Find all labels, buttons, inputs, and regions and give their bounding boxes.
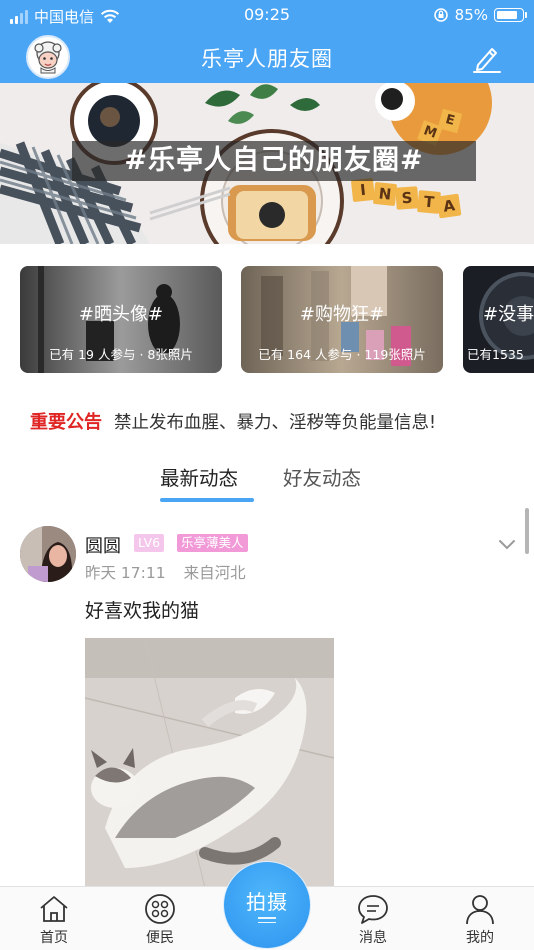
tab-profile-label: 我的: [466, 930, 494, 946]
post-meta: 昨天 17:11 来自河北: [85, 561, 246, 583]
post-text: 好喜欢我的猫: [85, 600, 200, 622]
avatar[interactable]: [20, 526, 76, 582]
tab-messages[interactable]: 消息: [333, 893, 413, 947]
topic-stats: 已有 19 人参与 · 8张照片: [49, 347, 193, 362]
tab-profile[interactable]: 我的: [440, 893, 520, 947]
tab-services-label: 便民: [146, 930, 174, 946]
battery-percent: 85%: [454, 6, 488, 24]
topic-name: #购物狂#: [299, 304, 385, 325]
topic-card[interactable]: #晒头像# 已有 19 人参与 · 8张照片: [20, 266, 222, 373]
announcement: 重要公告 禁止发布血腥、暴力、淫秽等负能量信息!: [30, 408, 436, 434]
level-badge: LV6: [134, 534, 165, 552]
nav-bar: 乐亭人朋友圈: [0, 32, 534, 83]
chevron-down-icon[interactable]: [497, 537, 517, 551]
banner[interactable]: I N S T A M E #乐亭人自己的朋友圈#: [0, 83, 534, 244]
topic-name: #没事: [483, 304, 534, 325]
edit-icon[interactable]: [470, 41, 504, 75]
tab-services[interactable]: 便民: [120, 893, 200, 947]
page-title: 乐亭人朋友圈: [201, 47, 333, 71]
banner-caption: #乐亭人自己的朋友圈#: [72, 141, 476, 181]
tab-friends[interactable]: 好友动态: [283, 462, 361, 491]
tab-latest[interactable]: 最新动态: [160, 462, 238, 491]
topic-stats: 已有1535: [467, 347, 524, 362]
grid-icon: [145, 894, 175, 924]
announcement-label: 重要公告: [30, 412, 102, 433]
post-photo[interactable]: [85, 638, 334, 888]
topic-stats: 已有 164 人参与 · 119张照片: [258, 347, 426, 362]
topic-card[interactable]: #没事 已有1535: [463, 266, 534, 373]
status-bar: 中国电信 09:25 85%: [0, 0, 534, 32]
post-author[interactable]: 圆圆: [85, 532, 121, 558]
shoot-button-label: 拍摄: [246, 890, 288, 914]
post-location: 来自河北: [183, 564, 246, 582]
shoot-button[interactable]: 拍摄: [224, 862, 310, 948]
topic-name: #晒头像#: [78, 304, 164, 325]
menu-lines-icon: [258, 917, 276, 926]
tab-messages-label: 消息: [359, 930, 387, 946]
topic-card[interactable]: #购物狂# 已有 164 人参与 · 119张照片: [241, 266, 443, 373]
home-icon: [40, 896, 68, 922]
battery-icon: [494, 8, 527, 22]
tab-home-label: 首页: [40, 930, 68, 946]
orientation-lock-icon: [433, 8, 448, 22]
user-icon: [466, 895, 494, 925]
tab-home[interactable]: 首页: [14, 893, 94, 947]
post-time: 昨天 17:11: [85, 564, 166, 582]
status-right: 85%: [433, 6, 527, 24]
announcement-text: 禁止发布血腥、暴力、淫秽等负能量信息!: [114, 413, 437, 433]
active-tab-indicator: [160, 498, 254, 502]
message-icon: [358, 895, 388, 924]
title-badge: 乐亭薄美人: [177, 534, 248, 552]
scrollbar[interactable]: [525, 508, 529, 554]
topic-carousel[interactable]: #晒头像# 已有 19 人参与 · 8张照片 #购物狂# 已有 164 人参与 …: [0, 266, 534, 373]
